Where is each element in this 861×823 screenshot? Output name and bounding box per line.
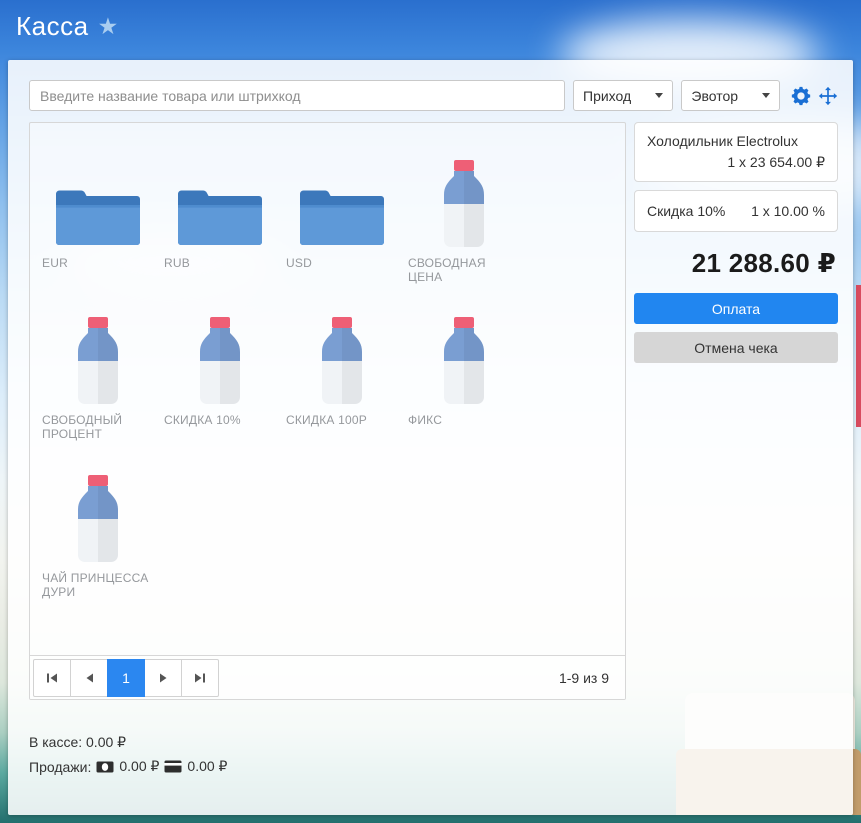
product-tile-free-price[interactable]: СВОБОДНАЯ ЦЕНА xyxy=(402,133,524,290)
gear-icon[interactable] xyxy=(790,85,812,107)
receipt-item-name: Холодильник Electrolux xyxy=(647,133,825,149)
sales-card-value: 0.00 ₽ xyxy=(187,758,227,775)
product-tile-label: СКИДКА 10% xyxy=(164,413,276,427)
first-page-icon xyxy=(46,673,58,683)
product-tile-free-percent[interactable]: СВОБОДНЫЙ ПРОЦЕНТ xyxy=(36,290,158,447)
product-tile-label: СВОБОДНЫЙ ПРОЦЕНТ xyxy=(42,413,154,441)
product-tile-fix[interactable]: ФИКС xyxy=(402,290,524,447)
product-tile-eur[interactable]: EUR xyxy=(36,133,158,290)
product-tile-label: USD xyxy=(286,256,398,270)
receipt-item[interactable]: Холодильник Electrolux 1 x 23 654.00 ₽ xyxy=(634,122,838,182)
cash-in-register-row: В кассе: 0.00 ₽ xyxy=(29,734,838,751)
folder-icon xyxy=(42,143,154,247)
last-page-button[interactable] xyxy=(181,659,219,697)
receipt-item-name: Скидка 10% xyxy=(647,203,725,219)
bottle-icon xyxy=(42,300,154,404)
toolbar: Приход Эвотор xyxy=(29,80,838,111)
page-1-button[interactable]: 1 xyxy=(107,659,145,697)
content-row: EUR RUB USD xyxy=(29,122,838,700)
prev-page-icon xyxy=(85,673,94,683)
product-grid-panel: EUR RUB USD xyxy=(29,122,626,700)
main-panel: Приход Эвотор xyxy=(8,60,853,815)
folder-icon xyxy=(286,143,398,247)
app-header: Касса ★ xyxy=(0,0,861,52)
device-select-value: Эвотор xyxy=(691,88,738,104)
pay-button[interactable]: Оплата xyxy=(634,293,838,324)
product-tile-label: СКИДКА 100Р xyxy=(286,413,398,427)
first-page-button[interactable] xyxy=(33,659,71,697)
operation-select[interactable]: Приход xyxy=(573,80,673,111)
star-icon: ★ xyxy=(98,13,119,40)
cancel-receipt-button[interactable]: Отмена чека xyxy=(634,332,838,363)
product-tile-discount-10[interactable]: СКИДКА 10% xyxy=(158,290,280,447)
receipt-total: 21 288.60 ₽ xyxy=(634,248,836,279)
pagination-bar: 1 1-9 из 9 xyxy=(30,655,625,699)
operation-select-value: Приход xyxy=(583,88,631,104)
bottle-icon xyxy=(408,300,520,404)
footer-info: В кассе: 0.00 ₽ Продажи: 0.00 ₽ 0.00 ₽ xyxy=(29,734,838,775)
bottle-icon xyxy=(408,143,520,247)
product-tile-label: RUB xyxy=(164,256,276,270)
next-page-icon xyxy=(159,673,168,683)
chevron-down-icon xyxy=(762,93,770,98)
product-tile-rub[interactable]: RUB xyxy=(158,133,280,290)
device-select[interactable]: Эвотор xyxy=(681,80,780,111)
product-tile-label: СВОБОДНАЯ ЦЕНА xyxy=(408,256,520,284)
search-input[interactable] xyxy=(29,80,565,111)
sales-cash-value: 0.00 ₽ xyxy=(119,758,159,775)
product-tile-label: ЧАЙ ПРИНЦЕССА ДУРИ xyxy=(42,571,154,599)
receipt-item-price: 1 x 23 654.00 ₽ xyxy=(647,154,825,171)
product-tile-label: EUR xyxy=(42,256,154,270)
product-tile-usd[interactable]: USD xyxy=(280,133,402,290)
toolbar-icons xyxy=(790,85,838,107)
bottle-icon xyxy=(164,300,276,404)
cash-in-register-label: В кассе: 0.00 ₽ xyxy=(29,734,126,751)
app-title: Касса xyxy=(16,11,89,42)
card-icon xyxy=(164,760,182,773)
last-page-icon xyxy=(194,673,206,683)
receipt-panel: Холодильник Electrolux 1 x 23 654.00 ₽ С… xyxy=(634,122,838,700)
pager-buttons: 1 xyxy=(33,659,219,697)
product-grid: EUR RUB USD xyxy=(30,123,625,655)
product-tile-tea[interactable]: ЧАЙ ПРИНЦЕССА ДУРИ xyxy=(36,448,158,605)
pagination-range: 1-9 из 9 xyxy=(559,670,609,686)
receipt-item[interactable]: Скидка 10% 1 x 10.00 % xyxy=(634,190,838,232)
sales-row: Продажи: 0.00 ₽ 0.00 ₽ xyxy=(29,758,838,775)
bottle-icon xyxy=(286,300,398,404)
prev-page-button[interactable] xyxy=(70,659,108,697)
bottle-icon xyxy=(42,458,154,562)
product-tile-discount-100r[interactable]: СКИДКА 100Р xyxy=(280,290,402,447)
next-page-button[interactable] xyxy=(144,659,182,697)
receipt-item-price: 1 x 10.00 % xyxy=(751,203,825,219)
sales-label: Продажи: xyxy=(29,759,91,775)
folder-icon xyxy=(164,143,276,247)
move-icon[interactable] xyxy=(818,86,838,106)
cash-icon xyxy=(96,761,114,773)
product-tile-label: ФИКС xyxy=(408,413,520,427)
background-detail xyxy=(856,285,861,427)
chevron-down-icon xyxy=(655,93,663,98)
